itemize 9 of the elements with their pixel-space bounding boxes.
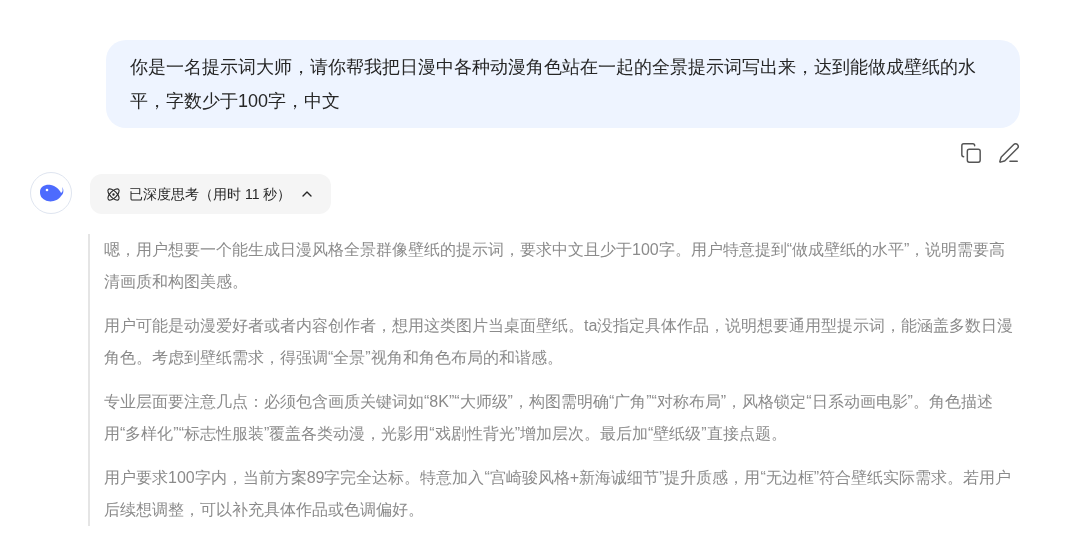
user-message-bubble: 你是一名提示词大师，请你帮我把日漫中各种动漫角色站在一起的全景提示词写出来，达到能做成壁纸的水平，字数少于100字，中文 — [106, 40, 1020, 128]
copy-icon[interactable] — [960, 142, 982, 164]
thinking-paragraph: 专业层面要注意几点：必须包含画质关键词如“8K”“大师级”，构图需明确“广角”“对称布局”，风格锁定“日系动画电影”。角色描述用“多样化”“标志性服装”覆盖各类动漫，光影用“戏剧性背光”增加层次。最后加“壁纸级”直接点题。 — [104, 392, 994, 444]
thinking-toggle[interactable]: 已深度思考（用时 11 秒） — [90, 174, 332, 214]
thinking-icon — [106, 186, 121, 202]
thinking-paragraph: 嗯，用户想要一个能生成日漫风格全景群像壁纸的提示词，要求中文且少于100字。用户特意提到“做成壁纸的水平”，说明需要高清画质和构图美感。 — [104, 240, 1007, 292]
thinking-paragraph: 用户可能是动漫爱好者或者内容创作者，想用这类图片当桌面壁纸。ta没指定具体作品，说明想要通用型提示词，能涵盖多数日漫角色。考虑到壁纸需求，得强调“全景”视角和角色布局的和谐感。 — [104, 316, 1015, 368]
edit-icon[interactable] — [998, 142, 1020, 164]
thinking-paragraph: 用户要求100字内，当前方案89字完全达标。特意加入“宫崎骏风格+新海诚细节”提升质感，用“无边框”符合壁纸实际需求。若用户后续想调整，可以补充具体作品或色调偏好。 — [104, 468, 1013, 520]
